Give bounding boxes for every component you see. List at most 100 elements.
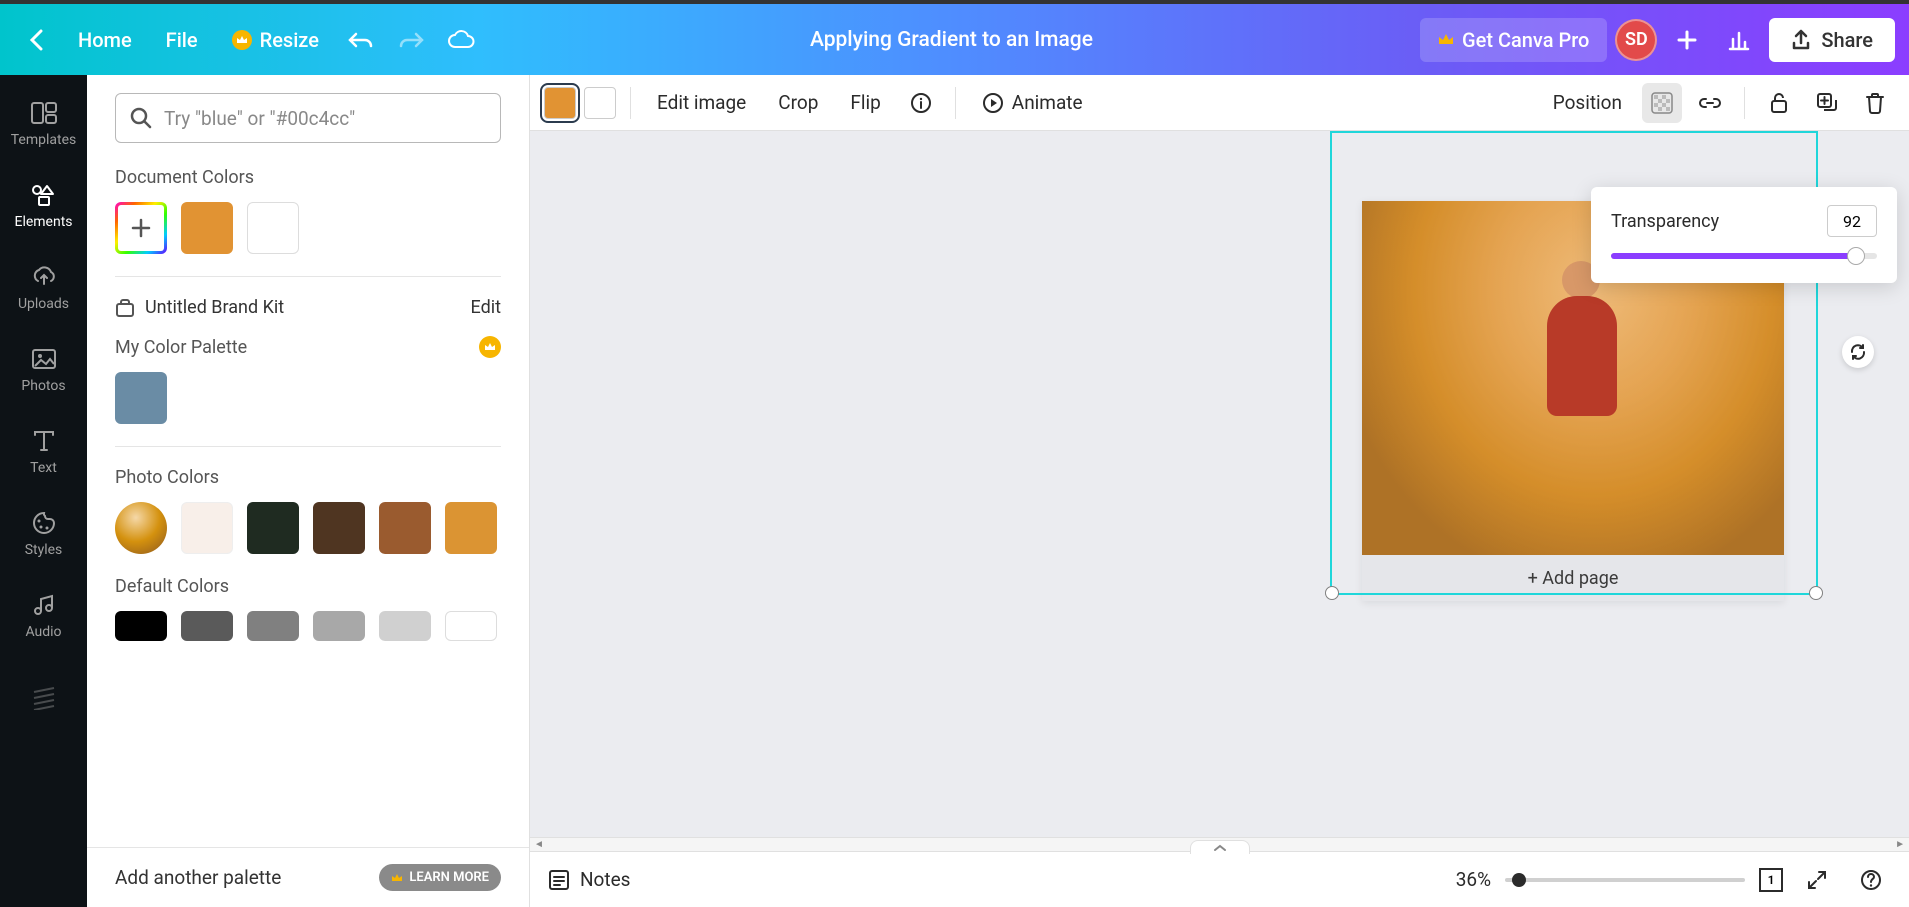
add-color-swatch[interactable]: [115, 202, 167, 254]
more-icon: [31, 685, 57, 711]
duplicate-button[interactable]: [1807, 83, 1847, 123]
my-palette-title: My Color Palette: [115, 337, 247, 358]
brand-kit-icon: [115, 298, 135, 318]
nav-audio[interactable]: Audio: [0, 575, 87, 657]
chevron-left-icon: [29, 29, 43, 51]
info-button[interactable]: [901, 83, 941, 123]
nav-text[interactable]: Text: [0, 411, 87, 493]
flip-button[interactable]: Flip: [838, 83, 892, 122]
undo-icon: [348, 31, 374, 49]
transparency-button[interactable]: [1642, 83, 1682, 123]
nav-styles[interactable]: Styles: [0, 493, 87, 575]
color-swatch[interactable]: [445, 611, 497, 641]
document-title[interactable]: Applying Gradient to an Image: [491, 28, 1412, 52]
color-swatch[interactable]: [181, 502, 233, 554]
nav-uploads[interactable]: Uploads: [0, 247, 87, 329]
page-indicator[interactable]: 1: [1759, 868, 1783, 892]
help-button[interactable]: [1851, 860, 1891, 900]
nav-templates[interactable]: Templates: [0, 83, 87, 165]
scroll-left-arrow[interactable]: ◄: [534, 839, 544, 850]
get-canva-pro-button[interactable]: Get Canva Pro: [1420, 18, 1607, 62]
color-swatch[interactable]: [181, 202, 233, 254]
audio-icon: [31, 592, 57, 618]
resize-handle[interactable]: [1325, 586, 1339, 600]
redo-button[interactable]: [389, 18, 433, 62]
color-swatch[interactable]: [181, 611, 233, 641]
crown-icon: [391, 873, 403, 883]
learn-more-button[interactable]: LEARN MORE: [379, 864, 501, 891]
text-icon: [31, 428, 57, 454]
scroll-right-arrow[interactable]: ►: [1895, 839, 1905, 850]
brand-kit-label: Untitled Brand Kit: [115, 297, 284, 318]
duplicate-icon: [1816, 92, 1838, 114]
color-swatch[interactable]: [247, 502, 299, 554]
add-member-button[interactable]: [1665, 18, 1709, 62]
collapse-tab[interactable]: [1190, 840, 1250, 854]
crown-icon: [232, 30, 252, 50]
expand-icon: [1807, 870, 1827, 890]
photo-thumbnail[interactable]: [115, 502, 167, 554]
pro-badge: [479, 336, 501, 358]
fullscreen-button[interactable]: [1797, 860, 1837, 900]
crop-button[interactable]: Crop: [766, 83, 830, 122]
color-search-input[interactable]: [164, 107, 486, 130]
link-icon: [1698, 95, 1722, 111]
fill-color-chip[interactable]: [584, 87, 616, 119]
nav-label: Audio: [25, 624, 61, 640]
analytics-button[interactable]: [1717, 18, 1761, 62]
nav-more[interactable]: [0, 657, 87, 739]
color-swatch[interactable]: [115, 372, 167, 424]
home-button[interactable]: Home: [64, 20, 146, 60]
color-swatch[interactable]: [379, 502, 431, 554]
resize-handle[interactable]: [1809, 586, 1823, 600]
color-swatch[interactable]: [313, 611, 365, 641]
transparency-slider[interactable]: [1611, 253, 1877, 259]
file-menu[interactable]: File: [152, 20, 212, 60]
color-search[interactable]: [115, 93, 501, 143]
fill-color-chip[interactable]: [544, 87, 576, 119]
color-swatch[interactable]: [247, 202, 299, 254]
nav-elements[interactable]: Elements: [0, 165, 87, 247]
zoom-slider-thumb[interactable]: [1512, 873, 1526, 887]
zoom-level[interactable]: 36%: [1456, 868, 1491, 891]
animate-icon: [982, 92, 1004, 114]
plus-icon: [130, 217, 152, 239]
nav-rail: Templates Elements Uploads Photos Text: [0, 75, 87, 907]
transparency-input[interactable]: [1827, 205, 1877, 237]
edit-image-button[interactable]: Edit image: [645, 83, 758, 122]
color-swatch[interactable]: [379, 611, 431, 641]
nav-label: Templates: [11, 132, 77, 148]
context-toolbar: Edit image Crop Flip Animate Position: [530, 75, 1909, 131]
color-swatch[interactable]: [115, 611, 167, 641]
position-button[interactable]: Position: [1541, 83, 1634, 122]
animate-button[interactable]: Animate: [970, 83, 1095, 122]
color-swatch[interactable]: [445, 502, 497, 554]
sync-button[interactable]: [1842, 336, 1874, 368]
add-palette-button[interactable]: Add another palette: [115, 866, 281, 889]
delete-button[interactable]: [1855, 83, 1895, 123]
sync-icon: [1849, 343, 1867, 361]
share-button[interactable]: Share: [1769, 18, 1895, 62]
cloud-icon: [447, 30, 475, 50]
undo-button[interactable]: [339, 18, 383, 62]
canvas-viewport[interactable]: + Add page Transparency: [530, 131, 1909, 837]
search-icon: [130, 107, 152, 129]
nav-photos[interactable]: Photos: [0, 329, 87, 411]
link-button[interactable]: [1690, 83, 1730, 123]
resize-button[interactable]: Resize: [218, 20, 333, 60]
add-page-button[interactable]: + Add page: [1362, 555, 1784, 601]
zoom-slider[interactable]: [1505, 878, 1745, 882]
slider-thumb[interactable]: [1847, 247, 1865, 265]
nav-label: Text: [30, 460, 57, 476]
avatar[interactable]: SD: [1615, 19, 1657, 61]
cloud-status[interactable]: [439, 18, 483, 62]
color-swatch[interactable]: [247, 611, 299, 641]
bar-chart-icon: [1727, 29, 1751, 51]
color-swatch[interactable]: [313, 502, 365, 554]
notes-button[interactable]: Notes: [548, 868, 631, 891]
app-header: Home File Resize Applying Gradient to an…: [0, 4, 1909, 75]
nav-label: Elements: [14, 214, 72, 230]
lock-button[interactable]: [1759, 83, 1799, 123]
edit-brand-kit[interactable]: Edit: [471, 297, 501, 318]
back-button[interactable]: [14, 18, 58, 62]
